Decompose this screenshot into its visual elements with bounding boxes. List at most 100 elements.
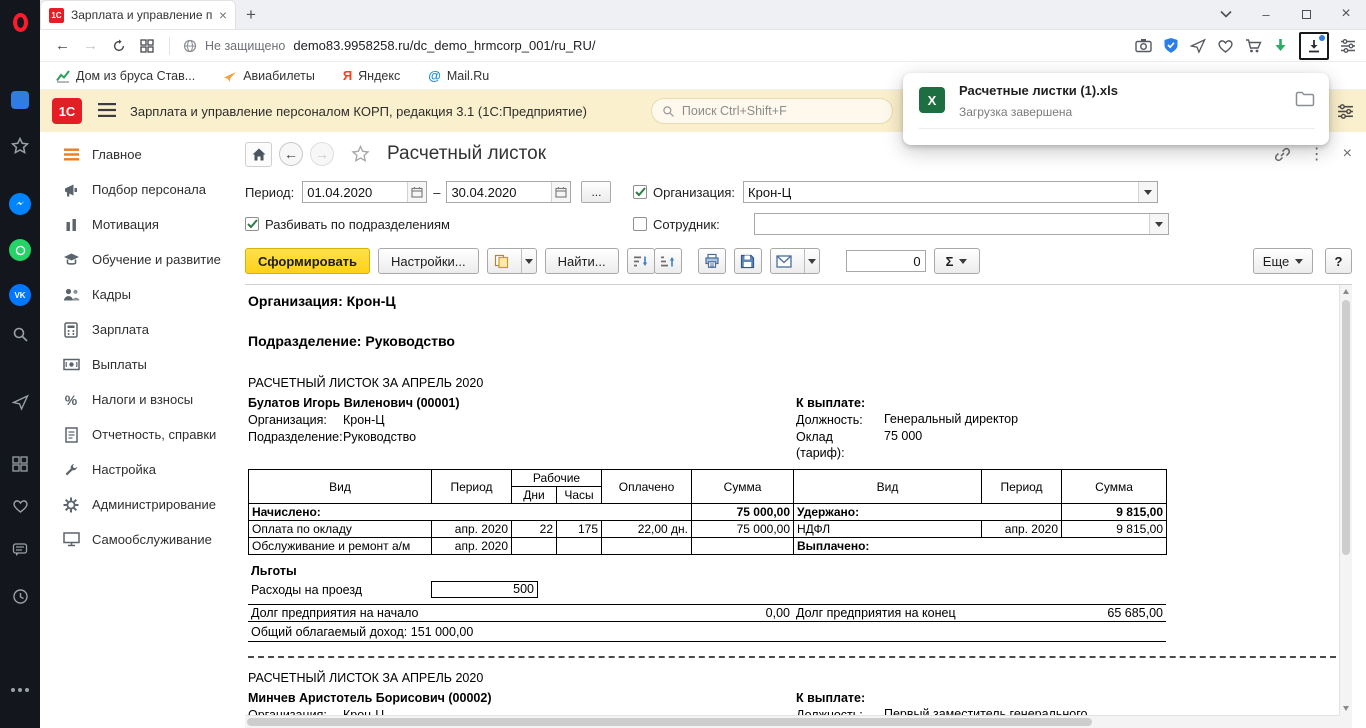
sort-asc-button[interactable] (654, 248, 682, 274)
employee-field[interactable] (754, 213, 1169, 235)
menu-item-vyplaty[interactable]: Выплаты (40, 347, 236, 382)
menu-item-obuchenie[interactable]: Обучение и развитие (40, 242, 236, 277)
report-variants-button[interactable] (487, 248, 537, 274)
report-area[interactable]: Организация: Крон-Ц Подразделение: Руков… (245, 284, 1352, 728)
messenger-button[interactable] (8, 192, 32, 216)
caret-down-icon (959, 259, 967, 264)
home-button[interactable] (245, 142, 272, 167)
minimize-button[interactable]: – (1246, 0, 1286, 29)
send-mail-button[interactable] (770, 248, 820, 274)
open-folder-button[interactable] (1295, 91, 1315, 110)
app-menu-button[interactable] (98, 103, 116, 120)
settings-button[interactable]: Настройки... (378, 248, 479, 274)
menu-item-samoobsluzhivanie[interactable]: Самообслуживание (40, 522, 236, 557)
maximize-button[interactable] (1286, 0, 1326, 29)
horizontal-scrollbar[interactable] (245, 715, 1339, 728)
organization-checkbox[interactable] (633, 185, 647, 199)
bookmarks-rail-button[interactable] (8, 134, 32, 158)
download-filename[interactable]: Расчетные листки (1).xls (959, 83, 1295, 98)
tab-close-button[interactable]: × (219, 7, 227, 23)
vk-button[interactable]: VK (8, 283, 32, 307)
whatsapp-button[interactable] (8, 238, 32, 262)
calendar-button[interactable] (551, 182, 570, 202)
bookmark-item[interactable]: Дом из бруса Став... (56, 69, 195, 83)
new-tab-button[interactable]: + (236, 0, 266, 29)
extensions-button[interactable] (8, 452, 32, 476)
reload-button[interactable] (106, 33, 131, 58)
functions-filter-icon[interactable] (1337, 104, 1354, 119)
send-flow-icon[interactable] (1190, 38, 1206, 54)
sort-desc-button[interactable] (627, 248, 655, 274)
sidebar-settings-icon[interactable] (1340, 39, 1356, 53)
rail-search-button[interactable] (8, 322, 32, 346)
favorites-rail-button[interactable] (8, 494, 32, 518)
calendar-button[interactable] (407, 182, 426, 202)
dropdown-button[interactable] (1138, 182, 1157, 202)
speed-dial-button[interactable] (8, 88, 32, 112)
bookmark-heart-icon[interactable] (1217, 38, 1234, 54)
my-flow-button[interactable] (8, 390, 32, 414)
organization-field[interactable] (743, 181, 1158, 203)
menu-item-podbor[interactable]: Подбор персонала (40, 172, 236, 207)
split-by-dept-checkbox[interactable] (245, 217, 259, 231)
period-from-field[interactable] (302, 181, 427, 203)
window-close-button[interactable]: × (1326, 0, 1366, 29)
scroll-down-arrow-icon[interactable] (1343, 706, 1349, 711)
get-link-icon[interactable] (1274, 146, 1291, 163)
menu-item-label: Кадры (92, 287, 131, 302)
sum-button[interactable]: Σ (934, 248, 980, 274)
period-to-input[interactable] (447, 185, 551, 200)
counter-input[interactable] (847, 254, 925, 269)
organization-input[interactable] (744, 185, 1138, 200)
vertical-scroll-thumb[interactable] (1342, 300, 1350, 555)
period-from-input[interactable] (303, 185, 407, 200)
opera-menu-button[interactable] (8, 10, 32, 34)
rail-settings-button[interactable] (8, 678, 32, 702)
menu-item-otchetnost[interactable]: Отчетность, справки (40, 417, 236, 452)
dropdown-button[interactable] (1149, 214, 1168, 234)
find-button[interactable]: Найти... (545, 248, 619, 274)
downloads-button[interactable] (1299, 32, 1329, 60)
update-arrow-icon[interactable] (1273, 38, 1288, 54)
variants-dropdown-button[interactable] (521, 249, 536, 273)
more-button[interactable]: Еще (1253, 248, 1313, 274)
favorite-star-icon[interactable] (351, 145, 370, 163)
global-search-input[interactable]: Поиск Ctrl+Shift+F (651, 98, 893, 124)
save-button[interactable] (734, 248, 762, 274)
period-more-button[interactable]: ... (581, 181, 611, 203)
feed-panel-button[interactable] (8, 538, 32, 562)
nav-back-button[interactable]: ← (279, 142, 303, 166)
shopping-cart-icon[interactable] (1245, 38, 1262, 54)
form-close-button[interactable]: × (1343, 145, 1352, 163)
scroll-up-arrow-icon[interactable] (1343, 289, 1349, 294)
menu-item-motivaciya[interactable]: Мотивация (40, 207, 236, 242)
menu-item-nalogi[interactable]: % Налоги и взносы (40, 382, 236, 417)
print-button[interactable] (698, 248, 726, 274)
counter-field[interactable] (846, 250, 926, 272)
bookmark-item[interactable]: @ Mail.Ru (428, 68, 489, 83)
employee-checkbox[interactable] (633, 217, 647, 231)
bookmark-item[interactable]: Я Яндекс (343, 68, 400, 83)
employee-input[interactable] (755, 217, 1149, 232)
tab-active[interactable]: 1С Зарплата и управление пе... × (40, 0, 236, 29)
period-to-field[interactable] (446, 181, 571, 203)
snapshot-camera-icon[interactable] (1135, 38, 1152, 53)
menu-item-glavnoe[interactable]: Главное (40, 137, 236, 172)
mail-dropdown-button[interactable] (804, 249, 819, 273)
vertical-scrollbar[interactable] (1339, 285, 1352, 715)
menu-item-administrirovanie[interactable]: Администрирование (40, 487, 236, 522)
menu-item-kadry[interactable]: Кадры (40, 277, 236, 312)
form-menu-dots-button[interactable]: ⋮ (1309, 144, 1325, 164)
speed-dial-tiles-button[interactable] (134, 33, 159, 58)
adblock-shield-icon[interactable] (1163, 37, 1179, 54)
help-button[interactable]: ? (1325, 248, 1352, 274)
history-button[interactable] (8, 584, 32, 608)
bookmark-item[interactable]: Авиабилеты (223, 69, 315, 83)
menu-item-zarplata[interactable]: Зарплата (40, 312, 236, 347)
tab-search-button[interactable] (1206, 0, 1246, 29)
generate-button[interactable]: Сформировать (245, 248, 370, 274)
url-field[interactable]: Не защищено demo83.9958258.ru/dc_demo_hr… (183, 38, 595, 53)
horizontal-scroll-thumb[interactable] (247, 718, 1092, 726)
menu-item-nastroyka[interactable]: Настройка (40, 452, 236, 487)
browser-back-button[interactable]: ← (50, 33, 75, 58)
